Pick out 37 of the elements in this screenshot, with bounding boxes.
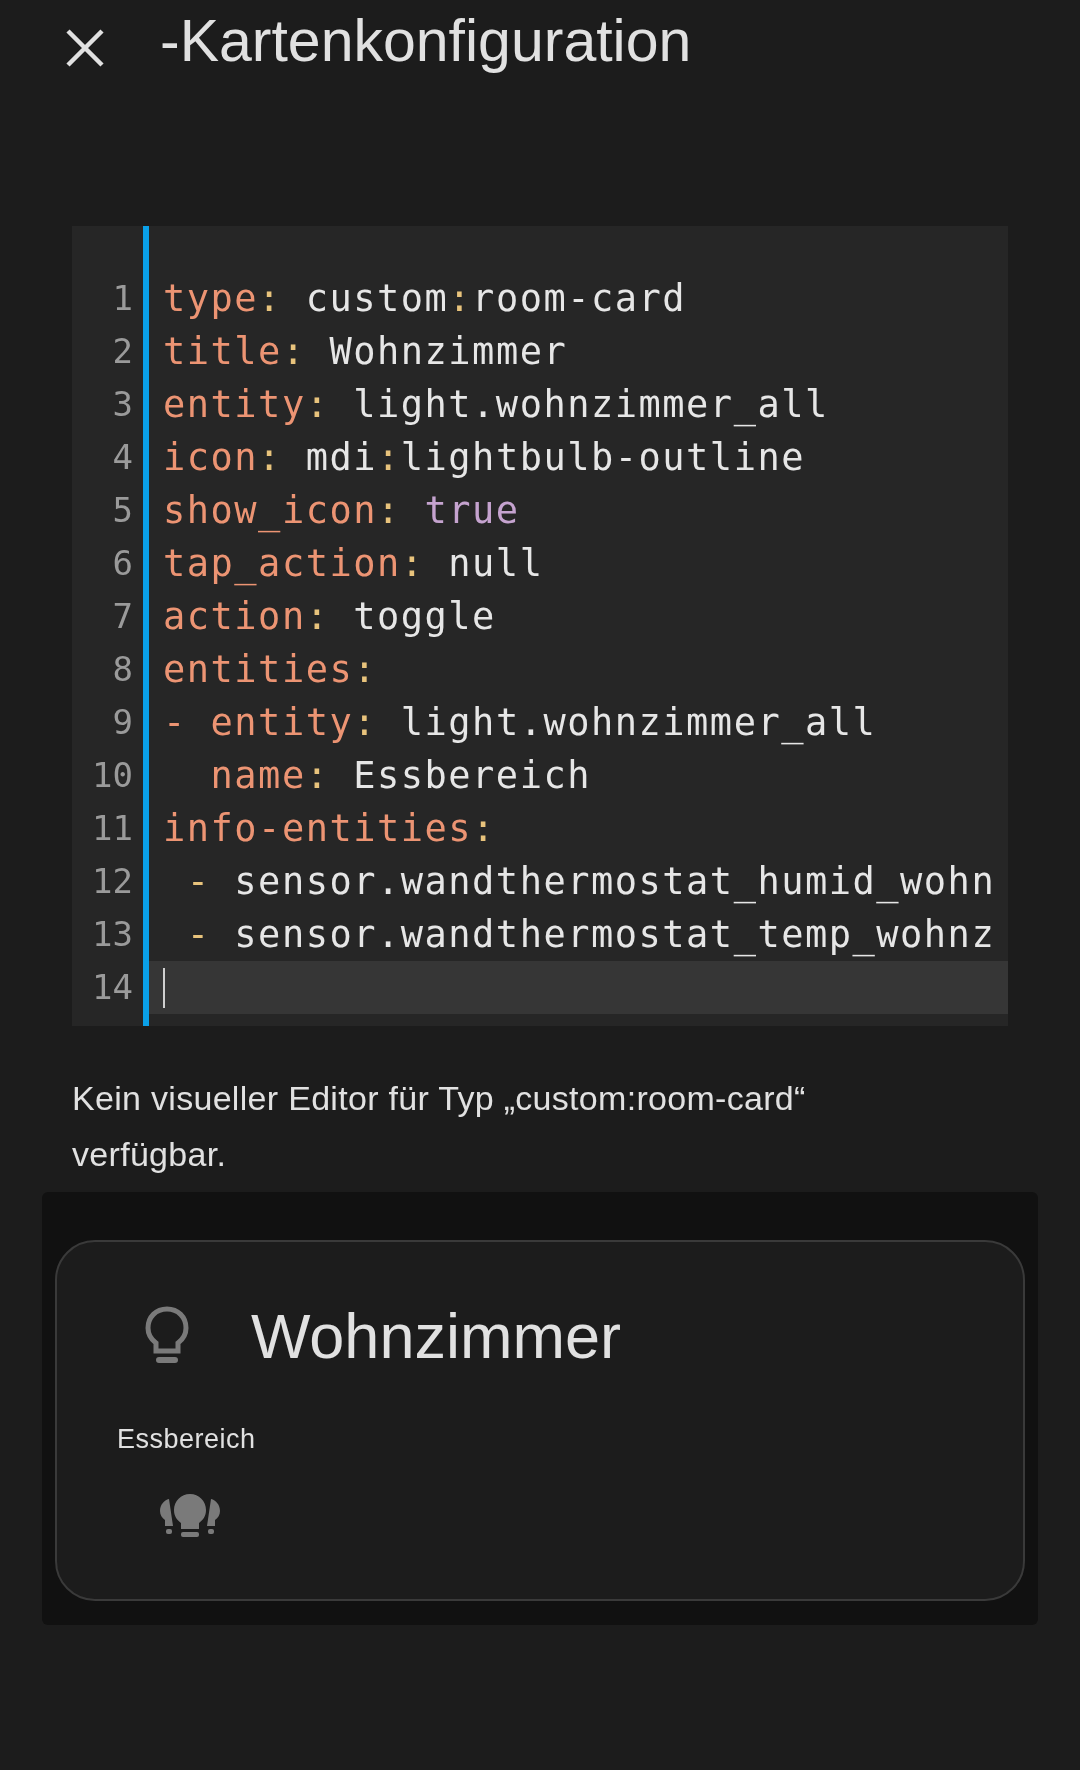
code-line: - entity: light.wohnzimmer_all <box>162 700 878 747</box>
code-line: title: Wohnzimmer <box>162 329 569 375</box>
code-line: - sensor.wandthermostat_humid_wohn <box>185 859 997 906</box>
lightbulb-icon <box>145 1306 189 1366</box>
line-number: 8 <box>111 648 134 691</box>
code-line: - sensor.wandthermostat_temp_wohnz <box>185 912 997 959</box>
line-number: 13 <box>91 913 134 956</box>
code-editor[interactable] <box>72 226 1008 1026</box>
line-number: 4 <box>111 436 134 479</box>
code-line: entities: <box>162 647 378 693</box>
text-cursor <box>163 967 165 1008</box>
line-number: 10 <box>91 754 134 797</box>
code-line: show_icon: true <box>162 488 521 535</box>
code-line: icon: mdi:lightbulb-outline <box>162 435 806 481</box>
line-number: 9 <box>111 701 134 744</box>
line-number: 2 <box>111 330 134 373</box>
card-title: Wohnzimmer <box>251 1300 621 1372</box>
code-line: name: Essbereich <box>209 753 592 799</box>
entity-name: Essbereich <box>117 1424 256 1455</box>
line-number: 6 <box>111 542 134 585</box>
room-card[interactable]: Wohnzimmer Essbereich <box>55 1240 1025 1601</box>
code-line: action: toggle <box>162 594 497 640</box>
line-number: 7 <box>111 595 134 638</box>
dialog-title: -Kartenkonfiguration <box>160 7 692 75</box>
code-line: tap_action: null <box>162 541 545 588</box>
line-number: 11 <box>91 807 134 850</box>
line-number: 12 <box>91 860 134 903</box>
line-number: 1 <box>111 277 134 320</box>
code-line: entity: light.wohnzimmer_all <box>162 382 830 429</box>
code-line: type: custom:room-card <box>162 276 688 322</box>
code-line: info-entities: <box>162 806 497 852</box>
close-icon <box>64 27 106 69</box>
lightbulb-group-icon[interactable] <box>159 1493 221 1539</box>
line-number: 3 <box>111 383 134 426</box>
editor-message: Kein visueller Editor für Typ „custom:room-card“ verfügbar. <box>72 1078 807 1175</box>
line-number: 14 <box>91 966 134 1009</box>
line-number: 5 <box>111 489 134 532</box>
